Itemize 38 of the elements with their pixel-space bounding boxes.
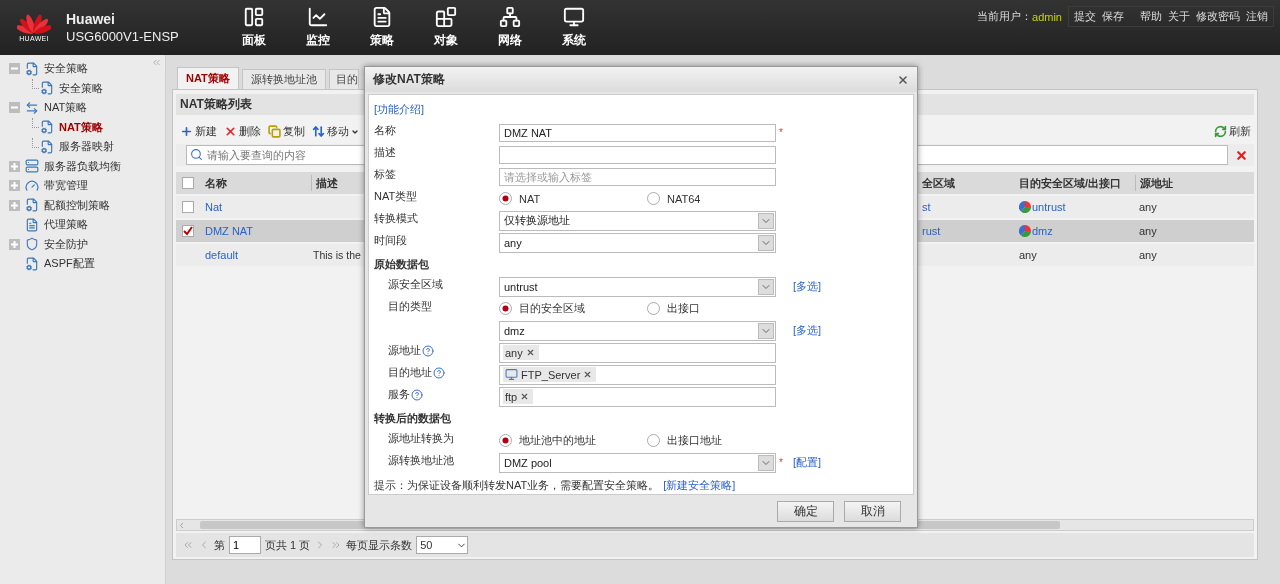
field-label: 目的地址 [374, 364, 499, 380]
hint-text: 提示：为保证设备顺利转发NAT业务，需要配置安全策略。 [新建安全策略] [374, 478, 737, 493]
tag: any [503, 345, 539, 360]
field-label: NAT类型 [374, 189, 419, 204]
field-label: 时间段 [374, 233, 408, 248]
column-header: 名称 [204, 175, 228, 191]
table-cell-text: This is the [312, 249, 362, 261]
field-label: 名称 [374, 123, 397, 138]
user-label: 当前用户： [977, 9, 1033, 24]
table-cell-text: any [1138, 201, 1158, 213]
tag: ftp [503, 389, 534, 404]
column-header: 源地址 [1135, 175, 1254, 191]
field-label: 源地址 [374, 342, 499, 358]
tag: FTP_Server [503, 367, 597, 382]
dialog-title: 修改NAT策略 [373, 71, 445, 88]
field-label: 服务 [374, 386, 499, 402]
field-label: 描述 [374, 145, 397, 160]
required-mark: * [779, 127, 784, 138]
page-label: 第 [214, 537, 225, 553]
field-label: 转换模式 [374, 211, 419, 226]
field-label: 源地址转换为 [387, 431, 455, 446]
page-total: 页共 1 页 [265, 537, 311, 553]
device-model: USG6000V1-ENSP [66, 29, 180, 44]
required-mark: * [779, 457, 784, 468]
table-cell-text: any [1138, 249, 1158, 261]
section-heading: 转换后的数据包 [374, 411, 452, 426]
brand-name: Huawei [66, 11, 116, 27]
table-cell-text: any [1138, 225, 1158, 237]
page-size-label: 每页显示条数 [346, 537, 413, 553]
section-heading: 原始数据包 [374, 257, 430, 272]
table-cell-text: any [1018, 249, 1038, 261]
column-header: 全区域 [921, 175, 956, 191]
field-label: 目的类型 [387, 299, 433, 314]
column-header: 目的安全区域/出接口 [1018, 175, 1123, 191]
user-name: admin [1032, 10, 1062, 23]
field-label: 源安全区域 [387, 277, 444, 292]
field-label: 标签 [374, 167, 397, 182]
field-label: 源转换地址池 [387, 453, 455, 468]
